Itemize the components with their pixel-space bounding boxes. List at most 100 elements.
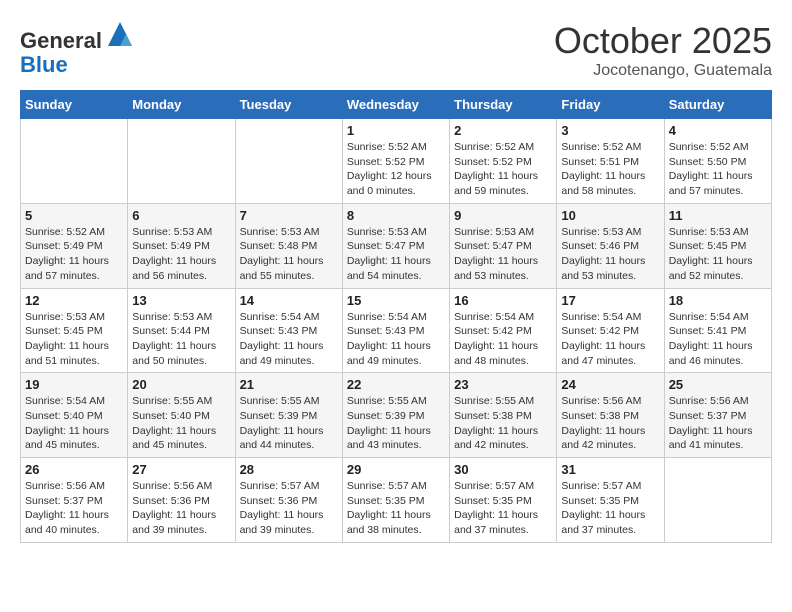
day-info: Sunrise: 5:54 AM Sunset: 5:42 PM Dayligh… (561, 310, 659, 369)
calendar-week-row: 26 Sunrise: 5:56 AM Sunset: 5:37 PM Dayli… (21, 458, 772, 543)
calendar-cell: 31Sunrise: 5:57 AM Sunset: 5:35 PM Dayli… (557, 458, 664, 543)
day-info: Sunrise: 5:52 AM Sunset: 5:50 PM Dayligh… (669, 140, 767, 199)
calendar-cell: 11 Sunrise: 5:53 AM Sunset: 5:45 PM Dayli… (664, 203, 771, 288)
day-number: 22 (347, 377, 445, 392)
day-info: Sunrise: 5:56 AM Sunset: 5:37 PM Dayligh… (669, 394, 767, 453)
calendar-cell: 9Sunrise: 5:53 AM Sunset: 5:47 PM Daylig… (450, 203, 557, 288)
day-number: 25 (669, 377, 767, 392)
day-info: Sunrise: 5:52 AM Sunset: 5:52 PM Dayligh… (454, 140, 552, 199)
calendar-cell: 5 Sunrise: 5:52 AM Sunset: 5:49 PM Daylig… (21, 203, 128, 288)
day-info: Sunrise: 5:53 AM Sunset: 5:49 PM Dayligh… (132, 225, 230, 284)
logo: General Blue (20, 20, 134, 77)
calendar-cell: 1 Sunrise: 5:52 AM Sunset: 5:52 PM Daylig… (342, 119, 449, 204)
day-number: 6 (132, 208, 230, 223)
day-info: Sunrise: 5:54 AM Sunset: 5:40 PM Dayligh… (25, 394, 123, 453)
day-number: 18 (669, 293, 767, 308)
page-header: General Blue October 2025 Jocotenango, G… (20, 20, 772, 80)
calendar-cell: 26 Sunrise: 5:56 AM Sunset: 5:37 PM Dayli… (21, 458, 128, 543)
calendar-week-row: 19 Sunrise: 5:54 AM Sunset: 5:40 PM Dayli… (21, 373, 772, 458)
day-number: 12 (25, 293, 123, 308)
day-number: 8 (347, 208, 445, 223)
weekday-header-tuesday: Tuesday (235, 91, 342, 119)
logo-general-text: General (20, 28, 102, 53)
calendar-week-row: 5 Sunrise: 5:52 AM Sunset: 5:49 PM Daylig… (21, 203, 772, 288)
day-info: Sunrise: 5:55 AM Sunset: 5:39 PM Dayligh… (347, 394, 445, 453)
logo-blue-text: Blue (20, 52, 68, 77)
day-number: 13 (132, 293, 230, 308)
day-number: 1 (347, 123, 445, 138)
calendar-cell: 12 Sunrise: 5:53 AM Sunset: 5:45 PM Dayli… (21, 288, 128, 373)
calendar-cell: 4 Sunrise: 5:52 AM Sunset: 5:50 PM Daylig… (664, 119, 771, 204)
day-number: 15 (347, 293, 445, 308)
day-number: 31 (561, 462, 659, 477)
calendar-cell: 24 Sunrise: 5:56 AM Sunset: 5:38 PM Dayli… (557, 373, 664, 458)
calendar-cell: 30 Sunrise: 5:57 AM Sunset: 5:35 PM Dayli… (450, 458, 557, 543)
month-title: October 2025 (554, 20, 772, 62)
calendar-cell: 10 Sunrise: 5:53 AM Sunset: 5:46 PM Dayli… (557, 203, 664, 288)
day-number: 17 (561, 293, 659, 308)
day-number: 23 (454, 377, 552, 392)
day-info: Sunrise: 5:52 AM Sunset: 5:51 PM Dayligh… (561, 140, 659, 199)
calendar-cell: 20Sunrise: 5:55 AM Sunset: 5:40 PM Dayli… (128, 373, 235, 458)
title-block: October 2025 Jocotenango, Guatemala (554, 20, 772, 80)
day-info: Sunrise: 5:53 AM Sunset: 5:47 PM Dayligh… (347, 225, 445, 284)
day-info: Sunrise: 5:57 AM Sunset: 5:35 PM Dayligh… (454, 479, 552, 538)
day-number: 4 (669, 123, 767, 138)
day-info: Sunrise: 5:54 AM Sunset: 5:42 PM Dayligh… (454, 310, 552, 369)
weekday-header-sunday: Sunday (21, 91, 128, 119)
calendar-header-row: SundayMondayTuesdayWednesdayThursdayFrid… (21, 91, 772, 119)
calendar-cell: 21 Sunrise: 5:55 AM Sunset: 5:39 PM Dayli… (235, 373, 342, 458)
calendar-cell: 8 Sunrise: 5:53 AM Sunset: 5:47 PM Daylig… (342, 203, 449, 288)
calendar-cell: 27Sunrise: 5:56 AM Sunset: 5:36 PM Dayli… (128, 458, 235, 543)
day-info: Sunrise: 5:55 AM Sunset: 5:40 PM Dayligh… (132, 394, 230, 453)
day-number: 7 (240, 208, 338, 223)
day-info: Sunrise: 5:56 AM Sunset: 5:38 PM Dayligh… (561, 394, 659, 453)
calendar-cell: 13 Sunrise: 5:53 AM Sunset: 5:44 PM Dayli… (128, 288, 235, 373)
day-info: Sunrise: 5:53 AM Sunset: 5:48 PM Dayligh… (240, 225, 338, 284)
day-info: Sunrise: 5:52 AM Sunset: 5:52 PM Dayligh… (347, 140, 445, 199)
calendar-cell: 29 Sunrise: 5:57 AM Sunset: 5:35 PM Dayli… (342, 458, 449, 543)
day-info: Sunrise: 5:53 AM Sunset: 5:46 PM Dayligh… (561, 225, 659, 284)
calendar-cell: 28Sunrise: 5:57 AM Sunset: 5:36 PM Dayli… (235, 458, 342, 543)
day-info: Sunrise: 5:54 AM Sunset: 5:43 PM Dayligh… (347, 310, 445, 369)
day-number: 24 (561, 377, 659, 392)
day-info: Sunrise: 5:54 AM Sunset: 5:41 PM Dayligh… (669, 310, 767, 369)
day-info: Sunrise: 5:57 AM Sunset: 5:36 PM Dayligh… (240, 479, 338, 538)
day-info: Sunrise: 5:54 AM Sunset: 5:43 PM Dayligh… (240, 310, 338, 369)
day-number: 5 (25, 208, 123, 223)
day-info: Sunrise: 5:56 AM Sunset: 5:37 PM Dayligh… (25, 479, 123, 538)
calendar-cell: 25 Sunrise: 5:56 AM Sunset: 5:37 PM Dayli… (664, 373, 771, 458)
day-info: Sunrise: 5:53 AM Sunset: 5:44 PM Dayligh… (132, 310, 230, 369)
day-number: 27 (132, 462, 230, 477)
day-number: 11 (669, 208, 767, 223)
day-number: 16 (454, 293, 552, 308)
day-number: 19 (25, 377, 123, 392)
day-number: 30 (454, 462, 552, 477)
calendar-cell: 14 Sunrise: 5:54 AM Sunset: 5:43 PM Dayli… (235, 288, 342, 373)
logo-icon (106, 20, 134, 48)
day-number: 10 (561, 208, 659, 223)
weekday-header-friday: Friday (557, 91, 664, 119)
day-info: Sunrise: 5:53 AM Sunset: 5:45 PM Dayligh… (25, 310, 123, 369)
day-number: 3 (561, 123, 659, 138)
calendar-cell: 6 Sunrise: 5:53 AM Sunset: 5:49 PM Daylig… (128, 203, 235, 288)
day-number: 26 (25, 462, 123, 477)
day-info: Sunrise: 5:52 AM Sunset: 5:49 PM Dayligh… (25, 225, 123, 284)
day-info: Sunrise: 5:57 AM Sunset: 5:35 PM Dayligh… (347, 479, 445, 538)
day-number: 9 (454, 208, 552, 223)
weekday-header-monday: Monday (128, 91, 235, 119)
day-number: 2 (454, 123, 552, 138)
calendar-cell: 3 Sunrise: 5:52 AM Sunset: 5:51 PM Daylig… (557, 119, 664, 204)
weekday-header-saturday: Saturday (664, 91, 771, 119)
day-info: Sunrise: 5:55 AM Sunset: 5:39 PM Dayligh… (240, 394, 338, 453)
calendar-week-row: 12 Sunrise: 5:53 AM Sunset: 5:45 PM Dayli… (21, 288, 772, 373)
calendar-cell: 7 Sunrise: 5:53 AM Sunset: 5:48 PM Daylig… (235, 203, 342, 288)
location-text: Jocotenango, Guatemala (554, 62, 772, 80)
calendar-cell (21, 119, 128, 204)
day-number: 21 (240, 377, 338, 392)
day-info: Sunrise: 5:53 AM Sunset: 5:45 PM Dayligh… (669, 225, 767, 284)
calendar-cell (235, 119, 342, 204)
calendar-table: SundayMondayTuesdayWednesdayThursdayFrid… (20, 90, 772, 543)
day-number: 29 (347, 462, 445, 477)
day-number: 14 (240, 293, 338, 308)
